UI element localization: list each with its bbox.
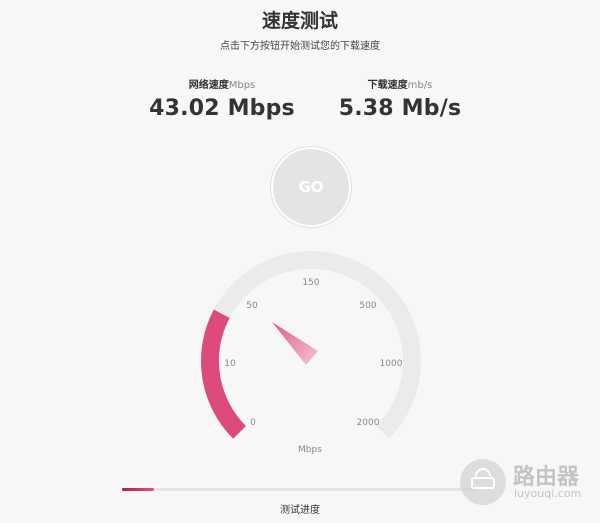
gauge-tick-label: 10 <box>224 359 236 369</box>
gauge-tick-label: 1000 <box>380 359 403 369</box>
gauge-tick-label: 0 <box>250 418 256 428</box>
speed-gauge: 0 10 50 150 500 1000 2000 Mbps <box>201 251 421 455</box>
test-progress-bar <box>122 488 478 491</box>
gauge-tick-label: 500 <box>359 301 376 311</box>
gauge-tick-label: 2000 <box>357 418 380 428</box>
gauge-needle <box>272 322 318 365</box>
gauge-unit-label: Mbps <box>298 445 322 455</box>
router-icon <box>460 459 506 505</box>
watermark: 路由器 luyouqi.com <box>460 456 600 516</box>
gauge-tick-label: 150 <box>302 278 319 288</box>
gauge-fill <box>201 309 247 439</box>
watermark-url: luyouqi.com <box>514 487 582 500</box>
test-progress-fill <box>122 488 155 491</box>
gauge-tick-label: 50 <box>246 301 258 311</box>
